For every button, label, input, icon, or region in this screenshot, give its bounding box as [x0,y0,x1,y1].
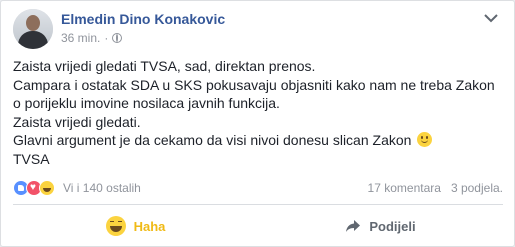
author-avatar[interactable] [13,9,53,49]
post-time[interactable]: 36 min. [61,31,100,45]
engagement-counts: 17 komentara 3 podjela. [368,181,503,195]
post-line: Zaista vrijedi gledati. [13,113,141,130]
share-label: Podijeli [369,218,416,234]
haha-reaction-icon [39,180,55,196]
shares-link[interactable]: 3 podjela. [451,181,503,195]
post-stats: Vi i 140 ostalih 17 komentara 3 podjela. [13,179,503,197]
haha-label: Haha [133,218,166,234]
post-meta: 36 min. · [61,31,123,45]
post-text: Zaista vrijedi gledati TVSA, sad, direkt… [13,57,503,168]
post-line: Zaista vrijedi gledati TVSA, sad, direkt… [13,58,316,74]
share-arrow-icon [346,220,361,232]
post-line-with-emoji: Glavni argument je da cekamo da visi niv… [13,131,503,150]
globe-icon [112,33,123,43]
author-name[interactable]: Elmedin Dino Konakovic [61,11,225,27]
reaction-summary[interactable] [13,180,55,196]
share-button[interactable]: Podijeli [258,211,503,241]
action-bar: Haha Podijeli [13,211,503,241]
post-header: Elmedin Dino Konakovic 36 min. · [13,9,503,49]
post-line: Campara i ostatak SDA u SKS pokusavaju o… [13,76,495,93]
haha-button[interactable]: Haha [13,211,258,241]
smile-emoji-icon [417,132,433,147]
post-card: Elmedin Dino Konakovic 36 min. · Zaista … [0,0,515,247]
reactors-link[interactable]: Vi i 140 ostalih [63,181,141,195]
haha-icon [105,216,126,236]
post-line: Glavni argument je da cekamo da visi niv… [13,132,412,148]
post-line: o porijeklu imovine nosilaca javnih funk… [13,95,280,111]
comments-link[interactable]: 17 komentara [368,181,441,195]
post-line: TVSA [13,150,50,167]
divider [13,204,503,205]
chevron-down-icon[interactable] [483,13,499,23]
